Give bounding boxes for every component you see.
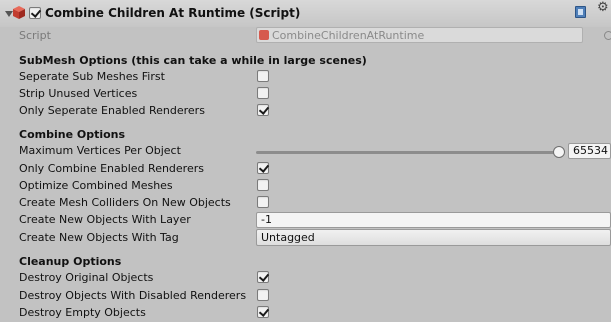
only-seperate-enabled-label: Only Seperate Enabled Renderers bbox=[19, 104, 205, 117]
new-objects-layer-input[interactable]: -1 bbox=[256, 212, 611, 228]
only-seperate-enabled-checkbox[interactable] bbox=[257, 104, 269, 116]
new-objects-tag-label: Create New Objects With Tag bbox=[19, 231, 179, 244]
book-icon[interactable] bbox=[575, 6, 586, 18]
script-field[interactable]: CombineChildrenAtRuntime bbox=[256, 27, 583, 43]
optimize-meshes-checkbox[interactable] bbox=[257, 179, 269, 191]
destroy-disabled-checkbox[interactable] bbox=[257, 289, 269, 301]
gear-icon[interactable]: ⚙ bbox=[597, 1, 609, 14]
combine-options-title: Combine Options bbox=[19, 128, 126, 141]
create-colliders-checkbox[interactable] bbox=[257, 196, 269, 208]
max-vertices-label: Maximum Vertices Per Object bbox=[19, 144, 181, 157]
only-combine-enabled-checkbox[interactable] bbox=[257, 162, 269, 174]
only-combine-enabled-label: Only Combine Enabled Renderers bbox=[19, 162, 204, 175]
cube-icon bbox=[13, 6, 25, 19]
max-vertices-input[interactable]: 65534 bbox=[568, 143, 611, 159]
destroy-original-label: Destroy Original Objects bbox=[19, 271, 154, 284]
create-colliders-label: Create Mesh Colliders On New Objects bbox=[19, 196, 231, 209]
script-icon bbox=[259, 30, 269, 40]
new-objects-layer-label: Create New Objects With Layer bbox=[19, 213, 191, 226]
script-name: CombineChildrenAtRuntime bbox=[272, 29, 425, 42]
optimize-meshes-label: Optimize Combined Meshes bbox=[19, 179, 173, 192]
component-title: Combine Children At Runtime (Script) bbox=[45, 6, 301, 20]
seperate-submeshes-label: Seperate Sub Meshes First bbox=[19, 70, 165, 83]
max-vertices-slider-thumb[interactable] bbox=[553, 146, 565, 158]
seperate-submeshes-checkbox[interactable] bbox=[257, 70, 269, 82]
max-vertices-slider-track[interactable] bbox=[256, 151, 559, 154]
destroy-empty-checkbox[interactable] bbox=[257, 306, 269, 318]
destroy-original-checkbox[interactable] bbox=[257, 271, 269, 283]
destroy-disabled-label: Destroy Objects With Disabled Renderers bbox=[19, 289, 247, 302]
component-enabled-checkbox[interactable] bbox=[29, 7, 41, 19]
destroy-empty-label: Destroy Empty Objects bbox=[19, 306, 146, 319]
script-label: Script bbox=[19, 29, 51, 42]
component-header: Combine Children At Runtime (Script) ⚙ bbox=[0, 0, 611, 27]
strip-unused-vertices-label: Strip Unused Vertices bbox=[19, 87, 138, 100]
submesh-options-title: SubMesh Options (this can take a while i… bbox=[19, 54, 367, 67]
strip-unused-vertices-checkbox[interactable] bbox=[257, 87, 269, 99]
target-icon[interactable] bbox=[604, 31, 611, 40]
new-objects-tag-dropdown[interactable]: Untagged bbox=[256, 229, 611, 246]
cleanup-options-title: Cleanup Options bbox=[19, 255, 122, 268]
